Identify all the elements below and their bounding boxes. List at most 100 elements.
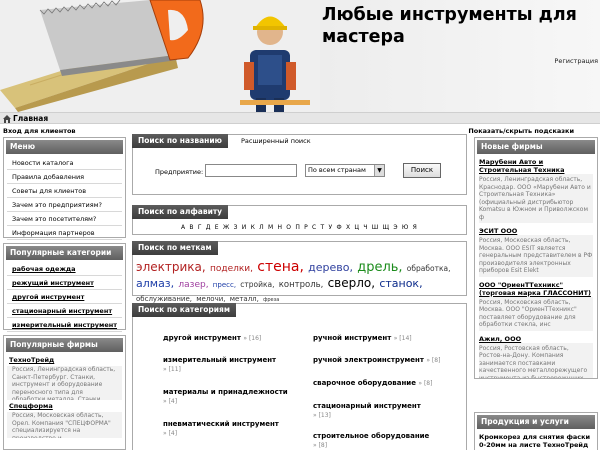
firm-description: Россия, Московская область, Москва. ООО …: [479, 296, 593, 331]
category-item[interactable]: пневматический инструмент » [4]: [163, 420, 293, 438]
menu-item[interactable]: Правила добавления: [7, 170, 122, 184]
category-name[interactable]: стационарный инструмент: [313, 402, 421, 410]
tag-cloud: электрика, поделки, стена, дерево, дрель…: [136, 260, 464, 307]
category-link[interactable]: режущий инструмент: [7, 276, 122, 290]
tag-link[interactable]: стройка,: [240, 280, 274, 289]
category-count: » [8]: [426, 357, 441, 364]
tag-link[interactable]: обработка,: [407, 264, 451, 273]
company-label: Предприятие:: [155, 168, 204, 176]
tab-search-by-alphabet[interactable]: Поиск по алфавиту: [132, 205, 229, 219]
category-name[interactable]: строительное оборудование: [313, 432, 429, 440]
registration-link[interactable]: Регистрация: [554, 57, 598, 65]
category-item[interactable]: измерительный инструмент » [11]: [163, 356, 293, 374]
tag-link[interactable]: станок,: [379, 277, 422, 290]
firm-entry: Ажил, ООО Россия, Ростовская область, Ро…: [475, 333, 597, 378]
menu-item[interactable]: Советы для клиентов: [7, 184, 122, 198]
tag-link[interactable]: электрика,: [136, 260, 206, 274]
tag-link[interactable]: дерево,: [308, 261, 353, 274]
firm-name-link[interactable]: Марубени Авто и Строительная Техника: [479, 158, 593, 174]
category-count: » [13]: [313, 412, 331, 419]
firm-entry: Марубени Авто и Строительная Техника Рос…: [475, 156, 597, 225]
menu-title: Меню: [6, 140, 123, 154]
firm-description: Россия, Ленинградская область, Краснодар…: [479, 174, 593, 223]
search-by-name-panel: Поиск по названию Расширенный поиск Пред…: [132, 134, 467, 195]
menu-box: Меню Новости каталога Правила добавления…: [3, 137, 126, 240]
popular-firms-title: Популярные фирмы: [6, 338, 123, 352]
search-by-tags-panel: Поиск по меткам электрика, поделки, стен…: [132, 241, 467, 303]
alphabet-links[interactable]: А В Г Д Е Ж З И К Л М Н О П Р С Т У Ф Х …: [133, 224, 466, 231]
advanced-search-link[interactable]: Расширенный поиск: [241, 137, 311, 145]
tab-search-by-name[interactable]: Поиск по названию: [132, 134, 228, 148]
country-select[interactable]: По всем странам ▼: [305, 164, 385, 177]
category-name[interactable]: сварочное оборудование: [313, 379, 416, 387]
category-name[interactable]: другой инструмент: [163, 334, 241, 342]
country-select-value: По всем странам: [308, 166, 366, 174]
client-login-link[interactable]: Вход для клиентов: [3, 127, 76, 135]
site-title: Любые инструменты для мастера: [322, 5, 577, 47]
tag-link[interactable]: металл,: [230, 295, 259, 303]
category-item[interactable]: другой инструмент » [16]: [163, 334, 261, 343]
firm-description: Россия, Московская область, Москва. ООО …: [479, 235, 593, 277]
breadcrumb-home[interactable]: Главная: [13, 114, 48, 123]
category-name[interactable]: ручной электроинструмент: [313, 356, 424, 364]
header: Любые инструменты для мастера Регистраци…: [0, 0, 600, 112]
category-link[interactable]: другой инструмент: [7, 290, 122, 304]
firm-description: Россия, Московская область, Орел. Компан…: [7, 412, 122, 438]
category-item[interactable]: ручной электроинструмент » [8]: [313, 356, 440, 365]
firm-name-link[interactable]: ЭСИТ ООО: [479, 227, 593, 235]
category-item[interactable]: ручной инструмент » [14]: [313, 334, 412, 343]
tag-link[interactable]: пресс,: [213, 281, 236, 289]
products-box: Продукция и услуги Кромкорез для снятия …: [474, 412, 598, 450]
category-count: » [4]: [163, 430, 178, 437]
tag-link[interactable]: поделки,: [210, 264, 253, 274]
category-name[interactable]: материалы и принадлежности: [163, 388, 288, 396]
menu-item[interactable]: Зачем это посетителям?: [7, 212, 122, 226]
tag-link[interactable]: обслуживание,: [136, 295, 192, 303]
new-firms-title: Новые фирмы: [477, 140, 595, 154]
product-entry: Кромкорез для снятия фаски 0-20мм на лис…: [475, 431, 597, 450]
menu-item[interactable]: Информация партнеров: [7, 226, 122, 240]
category-item[interactable]: строительное оборудование » [8]: [313, 432, 443, 450]
tag-link[interactable]: алмаз,: [136, 277, 174, 290]
category-link[interactable]: стационарный инструмент: [7, 304, 122, 318]
category-count: » [4]: [163, 398, 178, 405]
tag-link[interactable]: мелочи,: [196, 295, 225, 303]
tab-search-by-tags[interactable]: Поиск по меткам: [132, 241, 218, 255]
category-count: » [11]: [163, 366, 181, 373]
tag-link[interactable]: контроль,: [279, 280, 324, 290]
home-icon: [3, 115, 11, 123]
search-button[interactable]: Поиск: [403, 163, 441, 178]
breadcrumb: Главная: [0, 112, 600, 124]
tag-link[interactable]: лазер,: [178, 280, 208, 290]
category-name[interactable]: пневматический инструмент: [163, 420, 279, 428]
tag-link[interactable]: дрель,: [357, 260, 402, 275]
category-count: » [16]: [243, 335, 262, 342]
category-name[interactable]: измерительный инструмент: [163, 356, 276, 364]
product-link[interactable]: Кромкорез для снятия фаски 0-20мм на лис…: [479, 433, 593, 449]
firm-entry: ЭСИТ ООО Россия, Московская область, Мос…: [475, 225, 597, 279]
tab-search-by-categories[interactable]: Поиск по категориям: [132, 303, 237, 317]
category-link[interactable]: измерительный инструмент: [7, 318, 122, 332]
chevron-down-icon: ▼: [374, 165, 384, 176]
category-item[interactable]: стационарный инструмент » [13]: [313, 402, 443, 420]
category-count: » [8]: [418, 380, 433, 387]
popular-categories-box: Популярные категории рабочая одежда режу…: [3, 243, 126, 332]
firm-name-link[interactable]: Спецформа: [4, 400, 125, 412]
category-item[interactable]: сварочное оборудование » [8]: [313, 379, 432, 388]
menu-item[interactable]: Зачем это предприятиям?: [7, 198, 122, 212]
menu-item[interactable]: Новости каталога: [7, 156, 122, 170]
new-firms-box: Новые фирмы Марубени Авто и Строительная…: [474, 137, 598, 379]
category-item[interactable]: материалы и принадлежности » [4]: [163, 388, 293, 406]
tag-link[interactable]: стена,: [257, 259, 304, 275]
category-name[interactable]: ручной инструмент: [313, 334, 391, 342]
popular-firms-box: Популярные фирмы ТехноТрейд Россия, Лени…: [3, 335, 126, 450]
firm-name-link[interactable]: Ажил, ООО: [479, 335, 593, 343]
search-by-categories-panel: Поиск по категориям другой инструмент » …: [132, 303, 467, 450]
toggle-hints-link[interactable]: Показать/скрыть подсказки: [468, 127, 574, 135]
tag-link[interactable]: сверло,: [328, 276, 376, 290]
category-link[interactable]: рабочая одежда: [7, 262, 122, 276]
firm-name-link[interactable]: ООО "ОриенТТехникс" (торговая марка ГЛАС…: [479, 281, 593, 297]
company-search-input[interactable]: [205, 164, 297, 177]
firm-name-link[interactable]: ТехноТрейд: [4, 354, 125, 366]
popular-categories-title: Популярные категории: [6, 246, 123, 260]
